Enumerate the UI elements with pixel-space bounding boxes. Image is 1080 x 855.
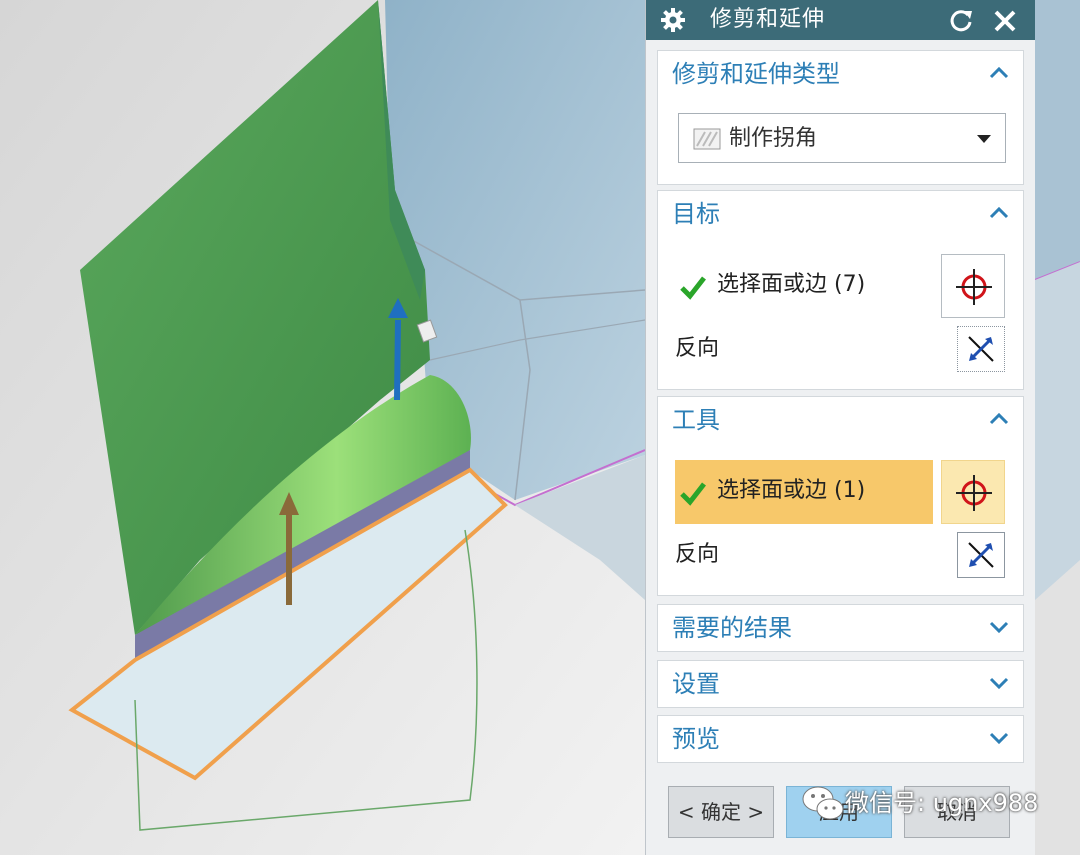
section-preview-title: 预览 bbox=[672, 725, 720, 753]
reset-icon[interactable] bbox=[948, 8, 974, 34]
tool-select-button[interactable] bbox=[941, 460, 1005, 524]
trim-extend-dialog: 修剪和延伸 修剪和延伸类型 制作拐角 目标 选择面或边 (7) 反向 工具 选择… bbox=[645, 0, 1035, 855]
wechat-logo-icon bbox=[802, 786, 844, 820]
chevron-down-icon[interactable] bbox=[987, 615, 1011, 639]
dialog-titlebar: 修剪和延伸 bbox=[646, 0, 1035, 40]
dropdown-arrow-icon bbox=[977, 135, 991, 143]
chevron-up-icon[interactable] bbox=[987, 201, 1011, 225]
crosshair-icon bbox=[956, 475, 992, 511]
target-select-button[interactable] bbox=[941, 254, 1005, 318]
section-settings[interactable]: 设置 bbox=[657, 660, 1024, 708]
trim-type-dropdown[interactable]: 制作拐角 bbox=[678, 113, 1006, 163]
reverse-direction-icon bbox=[968, 542, 994, 568]
chevron-up-icon[interactable] bbox=[987, 61, 1011, 85]
gear-icon[interactable] bbox=[660, 7, 686, 33]
section-target-title[interactable]: 目标 bbox=[672, 199, 720, 229]
tool-reverse-button[interactable] bbox=[957, 532, 1005, 578]
section-settings-title: 设置 bbox=[672, 670, 720, 698]
section-type-title[interactable]: 修剪和延伸类型 bbox=[672, 59, 840, 89]
graphics-viewport[interactable] bbox=[0, 0, 645, 855]
ok-button[interactable]: < 确定 > bbox=[668, 786, 774, 838]
section-type: 修剪和延伸类型 制作拐角 bbox=[657, 50, 1024, 185]
section-results[interactable]: 需要的结果 bbox=[657, 604, 1024, 652]
chevron-down-icon[interactable] bbox=[987, 726, 1011, 750]
target-select-label: 选择面或边 (7) bbox=[717, 272, 866, 297]
chevron-down-icon[interactable] bbox=[987, 671, 1011, 695]
target-reverse-label: 反向 bbox=[675, 336, 720, 361]
dropdown-value: 制作拐角 bbox=[729, 126, 818, 151]
reverse-direction-icon bbox=[968, 336, 994, 362]
dialog-title: 修剪和延伸 bbox=[710, 7, 826, 32]
graphics-viewport-right bbox=[1035, 0, 1080, 855]
chevron-up-icon[interactable] bbox=[987, 407, 1011, 431]
section-target: 目标 选择面或边 (7) 反向 bbox=[657, 190, 1024, 390]
make-corner-icon bbox=[693, 128, 721, 150]
section-preview[interactable]: 预览 bbox=[657, 715, 1024, 763]
target-select-row[interactable]: 选择面或边 (7) bbox=[675, 254, 933, 318]
check-icon bbox=[680, 276, 706, 300]
tool-reverse-label: 反向 bbox=[675, 542, 720, 567]
check-icon bbox=[680, 482, 706, 506]
section-tool: 工具 选择面或边 (1) 反向 bbox=[657, 396, 1024, 596]
crosshair-icon bbox=[956, 269, 992, 305]
close-icon[interactable] bbox=[991, 7, 1019, 35]
model-view bbox=[0, 0, 645, 855]
tool-select-label: 选择面或边 (1) bbox=[717, 478, 866, 503]
tool-select-row[interactable]: 选择面或边 (1) bbox=[675, 460, 933, 524]
watermark-text: 微信号: ugnx988 bbox=[845, 789, 1039, 817]
section-tool-title[interactable]: 工具 bbox=[672, 405, 720, 435]
target-reverse-button[interactable] bbox=[957, 326, 1005, 372]
section-results-title: 需要的结果 bbox=[672, 614, 792, 642]
